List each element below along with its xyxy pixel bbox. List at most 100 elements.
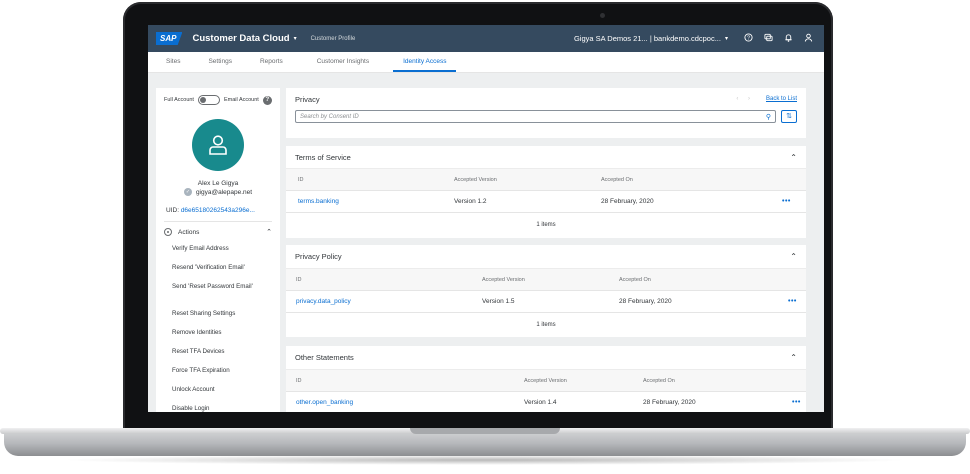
- action-remove-identities[interactable]: Remove Identities: [172, 325, 280, 344]
- chevron-up-icon[interactable]: ⌃: [790, 153, 797, 162]
- column-header-date: Accepted On: [643, 377, 675, 384]
- user-email: gigya@alepape.net: [195, 188, 253, 196]
- section-header[interactable]: Terms of Service ⌃: [286, 146, 806, 169]
- avatar: [192, 119, 244, 171]
- tab-bar: Sites Settings Reports Customer Insights…: [148, 52, 824, 73]
- record-nav-icon[interactable]: ‹ ›: [736, 96, 754, 102]
- section-title: Privacy Policy: [295, 252, 342, 261]
- item-count: 1 items: [536, 222, 556, 228]
- accepted-version: Version 1.4: [524, 399, 557, 406]
- more-options-icon[interactable]: •••: [788, 298, 797, 305]
- column-header-version: Accepted Version: [524, 377, 567, 384]
- action-force-tfa-expiration[interactable]: Force TFA Expiration: [172, 363, 280, 382]
- column-header-id: ID: [296, 377, 302, 384]
- action-verify-email[interactable]: Verify Email Address: [172, 241, 280, 260]
- shell-bar: SAP Customer Data Cloud ▾ Customer Profi…: [148, 25, 824, 52]
- tenant-caret-icon[interactable]: ▾: [725, 35, 728, 42]
- action-reset-sharing[interactable]: Reset Sharing Settings: [172, 306, 280, 325]
- more-options-icon[interactable]: •••: [792, 399, 801, 406]
- sap-logo[interactable]: SAP: [156, 32, 183, 45]
- laptop-notch: [410, 428, 560, 434]
- user-email-row: ✓ gigya@alepape.net: [156, 188, 280, 196]
- gear-icon: [164, 228, 172, 236]
- person-icon: [209, 135, 227, 155]
- column-header-row: ID Accepted Version Accepted On: [286, 269, 806, 291]
- user-icon[interactable]: [798, 33, 818, 44]
- column-header-date: Accepted On: [601, 176, 633, 183]
- accepted-date: 28 February, 2020: [643, 399, 696, 406]
- terms-of-service-section: Terms of Service ⌃ ID Accepted Version A…: [286, 146, 806, 238]
- chevron-up-icon[interactable]: ⌃: [790, 353, 797, 362]
- help-icon[interactable]: ?: [738, 33, 758, 44]
- accepted-version: Version 1.2: [454, 198, 487, 205]
- column-header-version: Accepted Version: [482, 276, 525, 283]
- uid-label: UID:: [166, 207, 179, 214]
- column-header-date: Accepted On: [619, 276, 651, 283]
- account-type-toggle: Full Account Email Account ?: [156, 88, 280, 105]
- section-header[interactable]: Privacy Policy ⌃: [286, 245, 806, 269]
- consent-id-link[interactable]: terms.banking: [298, 198, 339, 205]
- tab-sites[interactable]: Sites: [156, 58, 190, 72]
- product-caret-icon[interactable]: ▾: [294, 35, 297, 42]
- consent-id-link[interactable]: other.open_banking: [296, 399, 353, 406]
- verified-icon: ✓: [183, 188, 192, 196]
- search-icon[interactable]: ⚲: [766, 113, 771, 121]
- section-header[interactable]: Other Statements ⌃: [286, 346, 806, 370]
- tab-settings[interactable]: Settings: [198, 58, 242, 72]
- svg-text:?: ?: [747, 36, 750, 42]
- tab-reports[interactable]: Reports: [250, 58, 293, 72]
- action-reset-tfa-devices[interactable]: Reset TFA Devices: [172, 344, 280, 363]
- accepted-date: 28 February, 2020: [619, 298, 672, 305]
- page-subtitle: Customer Profile: [310, 35, 356, 42]
- tab-customer-insights[interactable]: Customer Insights: [307, 58, 379, 72]
- feedback-icon[interactable]: [758, 33, 778, 44]
- actions-list: Verify Email Address Resend 'Verificatio…: [156, 236, 280, 412]
- search-placeholder: Search by Consent ID: [300, 113, 359, 120]
- tab-identity-access[interactable]: Identity Access: [393, 58, 457, 72]
- item-count: 1 items: [536, 322, 556, 328]
- action-resend-verification[interactable]: Resend 'Verification Email': [172, 260, 280, 279]
- table-row[interactable]: other.open_banking Version 1.4 28 Februa…: [286, 392, 806, 412]
- table-row[interactable]: privacy.data_policy Version 1.5 28 Febru…: [286, 291, 806, 313]
- laptop-shadow: [60, 455, 910, 465]
- uid-row: UID: d6e65180262543a296e...: [156, 196, 280, 214]
- privacy-header: Privacy ‹ › Back to List: [286, 88, 806, 110]
- action-unlock-account[interactable]: Unlock Account: [172, 382, 280, 401]
- user-name: Alex Le Gigya: [197, 180, 239, 187]
- camera: [600, 13, 605, 18]
- more-options-icon[interactable]: •••: [782, 198, 791, 205]
- chevron-up-icon[interactable]: ⌃: [790, 252, 797, 261]
- table-row[interactable]: terms.banking Version 1.2 28 February, 2…: [286, 191, 806, 213]
- privacy-policy-section: Privacy Policy ⌃ ID Accepted Version Acc…: [286, 245, 806, 337]
- column-header-id: ID: [298, 176, 304, 183]
- toggle-label-email: Email Account: [223, 97, 259, 103]
- privacy-card: Privacy ‹ › Back to List Search by Conse…: [286, 88, 806, 138]
- action-disable-login[interactable]: Disable Login: [172, 401, 280, 412]
- notification-icon[interactable]: [778, 33, 798, 44]
- actions-label: Actions: [178, 228, 200, 236]
- profile-panel: Full Account Email Account ? Alex Le Gig…: [156, 88, 280, 412]
- consent-id-link[interactable]: privacy.data_policy: [296, 298, 351, 305]
- accepted-version: Version 1.5: [482, 298, 515, 305]
- filter-button[interactable]: ⇅: [781, 110, 797, 123]
- product-switcher[interactable]: Customer Data Cloud: [192, 33, 289, 44]
- column-header-row: ID Accepted Version Accepted On: [286, 169, 806, 191]
- actions-header[interactable]: Actions ⌃: [164, 221, 272, 236]
- action-send-reset-password[interactable]: Send 'Reset Password Email': [172, 279, 280, 306]
- chevron-up-icon[interactable]: ⌃: [266, 228, 272, 236]
- screen: SAP Customer Data Cloud ▾ Customer Profi…: [148, 25, 824, 412]
- other-statements-section: Other Statements ⌃ ID Accepted Version A…: [286, 346, 806, 412]
- search-row: Search by Consent ID ⚲ ⇅: [286, 110, 806, 123]
- section-title: Terms of Service: [295, 152, 351, 162]
- column-header-row: ID Accepted Version Accepted On: [286, 370, 806, 392]
- back-to-list-link[interactable]: Back to List: [766, 96, 797, 102]
- uid-value[interactable]: d6e65180262543a296e...: [181, 207, 255, 214]
- consent-search-input[interactable]: Search by Consent ID ⚲: [295, 110, 776, 123]
- section-title: Other Statements: [295, 353, 354, 362]
- toggle-label-full: Full Account: [164, 97, 194, 103]
- tenant-selector[interactable]: Gigya SA Demos 21... | bankdemo.cdcpoc..…: [574, 34, 721, 43]
- help-icon[interactable]: ?: [262, 95, 272, 105]
- privacy-title: Privacy: [295, 94, 320, 104]
- accepted-date: 28 February, 2020: [601, 198, 654, 205]
- account-type-switch[interactable]: [197, 95, 220, 105]
